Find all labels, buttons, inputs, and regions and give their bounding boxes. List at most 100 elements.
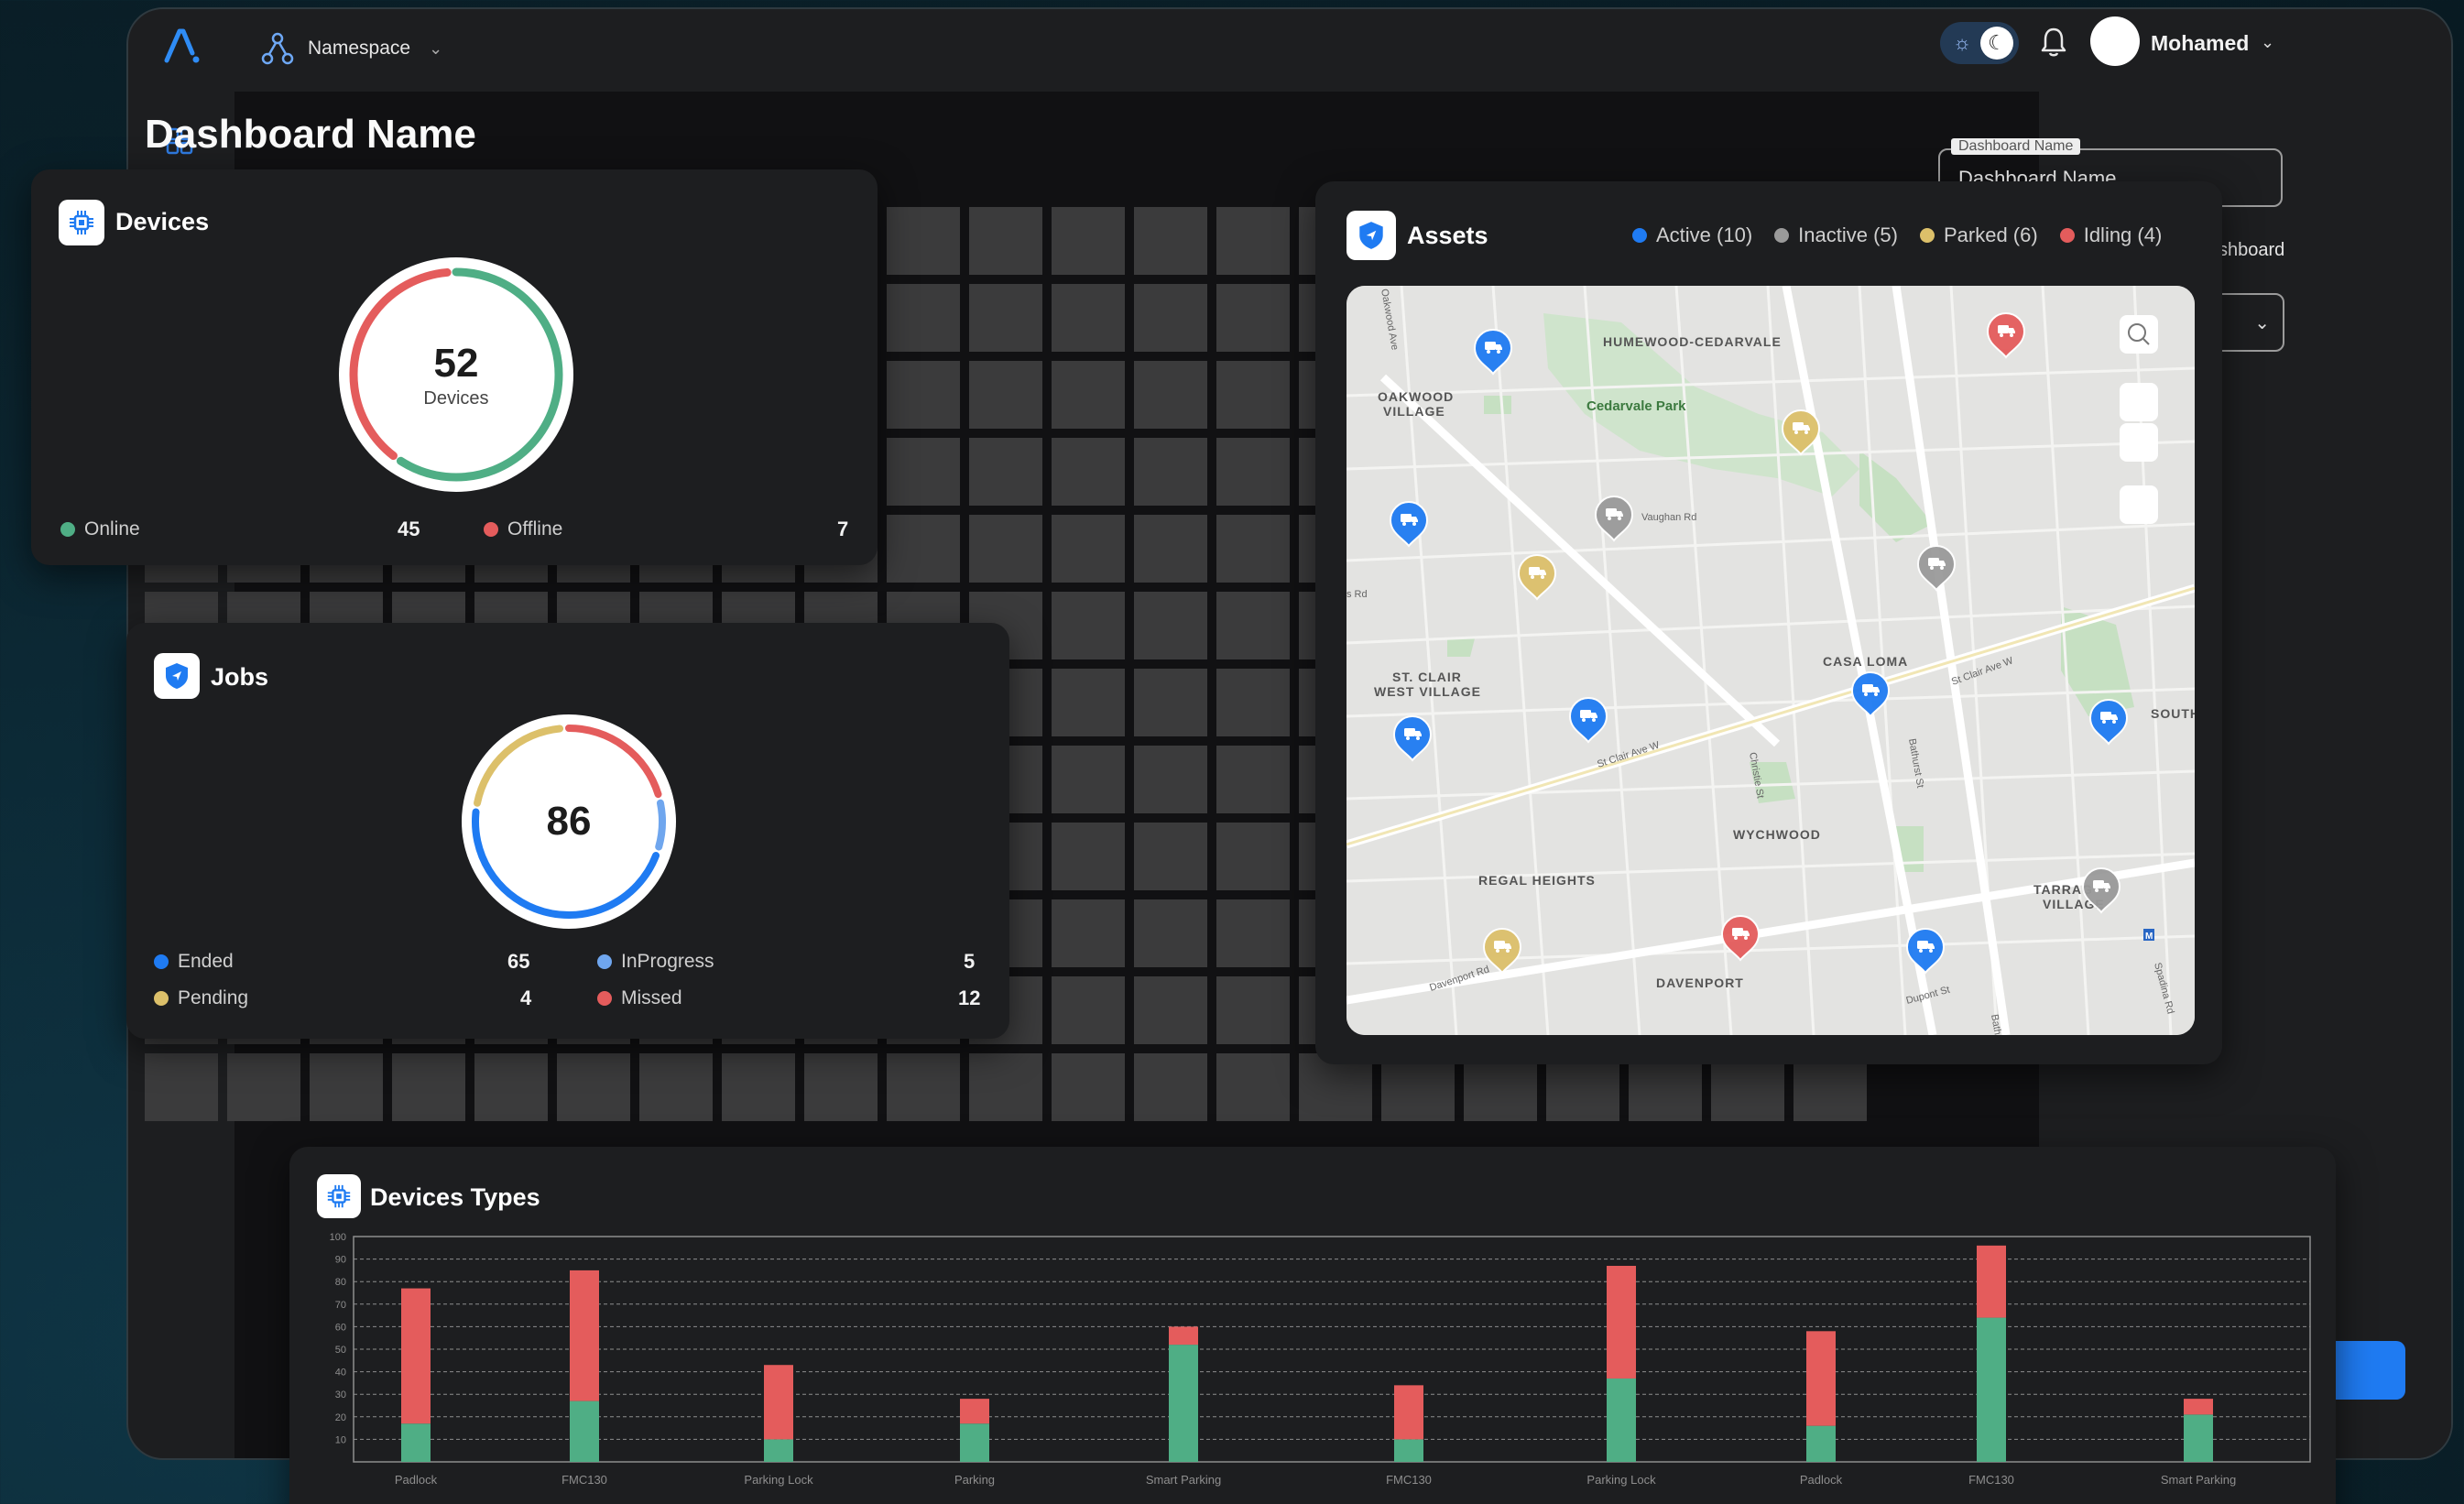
bar-offline-segment[interactable]: [1394, 1385, 1423, 1440]
map-layers-button[interactable]: [2120, 485, 2158, 524]
pending-value: 4: [520, 986, 532, 1009]
truck-icon: [2100, 712, 2111, 720]
grid-cell: [392, 1053, 465, 1121]
grid-cell: [474, 1053, 548, 1121]
grid-cell: [1216, 438, 1290, 506]
jobs-total: 86: [546, 799, 592, 844]
bar-online-segment[interactable]: [1169, 1345, 1198, 1462]
active-label: Active (10): [1656, 223, 1753, 246]
bar-online-segment[interactable]: [1806, 1425, 1836, 1462]
park-area: [1447, 638, 1475, 657]
y-tick-label: 60: [335, 1322, 346, 1333]
legend-inactive[interactable]: Inactive (5): [1774, 223, 1898, 247]
devices-total-label: Devices: [423, 387, 489, 409]
truck-wheel: [1541, 575, 1544, 579]
bar-offline-segment[interactable]: [2184, 1399, 2213, 1415]
bar-offline-segment[interactable]: [401, 1288, 431, 1424]
zoom-in-button[interactable]: [2120, 383, 2158, 421]
map-label-cedarvale: Cedarvale Park: [1586, 398, 1686, 414]
app-logo-icon[interactable]: [161, 26, 202, 66]
map-label-casaloma: CASA LOMA: [1823, 654, 1908, 669]
truck-wheel: [1930, 566, 1934, 570]
bar-online-segment[interactable]: [570, 1400, 599, 1462]
truck-icon: [1998, 325, 2009, 333]
namespace-selector[interactable]: Namespace ⌄: [260, 31, 442, 66]
truck-icon: [2093, 880, 2104, 888]
truck-wheel: [1506, 949, 1510, 953]
grid-cell: [969, 284, 1042, 352]
grid-cell: [1216, 1053, 1290, 1121]
user-avatar[interactable]: [2090, 16, 2140, 66]
bar-online-segment[interactable]: [1607, 1378, 1636, 1462]
bar-offline-segment[interactable]: [570, 1270, 599, 1401]
chevron-down-icon: ⌄: [2254, 313, 2270, 333]
truck-wheel: [1794, 430, 1798, 434]
sun-icon: ☼: [1953, 31, 1972, 54]
grid-cell: [1216, 207, 1290, 275]
user-menu-chevron-icon[interactable]: ⌄: [2261, 33, 2274, 52]
legend-inprogress: InProgress: [597, 951, 714, 973]
grid-cell: [887, 438, 960, 506]
truck-wheel: [1416, 736, 1420, 740]
truck-wheel: [2010, 333, 2013, 337]
grid-cell: [1052, 899, 1125, 967]
legend-parked[interactable]: Parked (6): [1919, 223, 2038, 247]
map-label-oakwood-1: OAKWOOD: [1378, 389, 1454, 404]
devices-card[interactable]: Devices 52 Devices Online 45 Offline 7: [31, 169, 878, 565]
jobs-card-title: Jobs: [211, 663, 269, 691]
truck-wheel: [2102, 720, 2106, 724]
grid-cell: [1216, 746, 1290, 813]
map-search-button[interactable]: [2120, 315, 2158, 354]
idling-dot: [2059, 228, 2075, 243]
bar-offline-segment[interactable]: [764, 1365, 793, 1440]
grid-cell: [1216, 515, 1290, 583]
bar-online-segment[interactable]: [1977, 1317, 2006, 1462]
bar-online-segment[interactable]: [764, 1439, 793, 1462]
theme-toggle[interactable]: ☼ ☾: [1940, 22, 2019, 64]
bar-online-segment[interactable]: [960, 1423, 989, 1462]
zoom-out-button[interactable]: [2120, 423, 2158, 462]
legend-active[interactable]: Active (10): [1632, 223, 1752, 247]
grid-cell: [887, 361, 960, 429]
bar-online-segment[interactable]: [2184, 1414, 2213, 1462]
truck-wheel: [1608, 517, 1611, 520]
grid-cell: [1134, 669, 1207, 736]
online-label: Online: [84, 518, 140, 539]
legend-idling[interactable]: Idling (4): [2059, 223, 2162, 247]
parked-label: Parked (6): [1943, 223, 2038, 246]
bar-offline-segment[interactable]: [1169, 1326, 1198, 1346]
pending-label: Pending: [178, 987, 249, 1008]
grid-cell: [1052, 284, 1125, 352]
bar-online-segment[interactable]: [401, 1423, 431, 1462]
jobs-card[interactable]: Jobs 86 Ended 65 InProgress 5 Pending 4 …: [126, 623, 1009, 1039]
grid-cell: [145, 1053, 218, 1121]
truck-wheel: [1864, 692, 1868, 696]
parked-dot: [1919, 228, 1935, 243]
bar-offline-segment[interactable]: [1977, 1245, 2006, 1318]
bar-offline-segment[interactable]: [960, 1399, 989, 1424]
legend-offline: Offline: [484, 518, 562, 540]
notification-bell-icon[interactable]: [2037, 26, 2070, 59]
moon-icon: ☾: [1980, 27, 2013, 60]
grid-cell: [1052, 976, 1125, 1044]
bar-offline-segment[interactable]: [1607, 1265, 1636, 1379]
map-controls[interactable]: [2120, 315, 2158, 524]
user-name[interactable]: Mohamed: [2151, 31, 2249, 56]
panel-label: shboard: [2219, 240, 2285, 260]
map-label-rd: s Rd: [1346, 589, 1368, 600]
assets-card[interactable]: Assets Active (10) Inactive (5) Parked (…: [1315, 181, 2222, 1064]
x-tick-label: FMC130: [1968, 1473, 2014, 1487]
truck-wheel: [1744, 936, 1748, 940]
assets-map[interactable]: HUMEWOOD-CEDARVALE OAKWOOD VILLAGE CASA …: [1346, 286, 2195, 1035]
map-label-vaughan: Vaughan Rd: [1641, 512, 1696, 523]
devices-types-card[interactable]: Devices Types 10 20 30 40 50 60 70 80 90 100 Padlo…: [289, 1147, 2336, 1504]
grid-cell: [969, 1053, 1042, 1121]
truck-wheel: [1582, 718, 1586, 722]
grid-cell: [1134, 284, 1207, 352]
grid-cell: [1216, 284, 1290, 352]
bar-offline-segment[interactable]: [1806, 1331, 1836, 1426]
bar-online-segment[interactable]: [1394, 1439, 1423, 1462]
jobs-shield-icon: [154, 653, 200, 699]
truck-wheel: [1592, 718, 1596, 722]
assets-card-title: Assets: [1407, 222, 1488, 249]
